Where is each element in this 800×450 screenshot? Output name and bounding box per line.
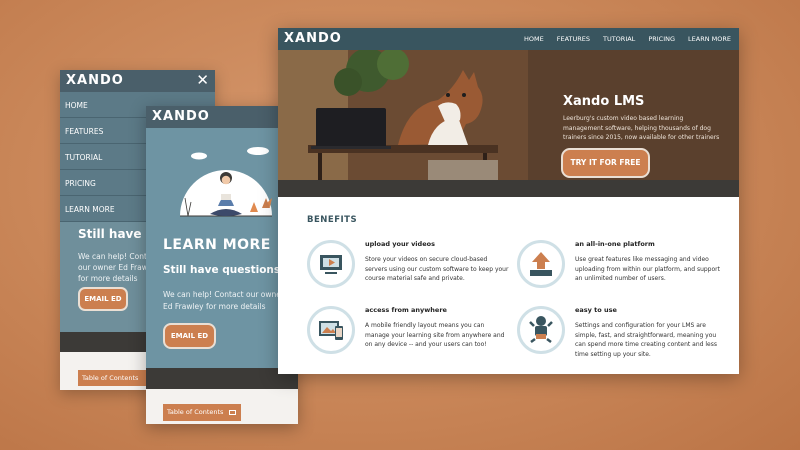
table-of-contents-button[interactable]: Table of Contents <box>78 370 154 386</box>
nav-tutorial[interactable]: TUTORIAL <box>603 35 635 43</box>
baby-easy-icon <box>517 306 565 354</box>
feature-title: upload your videos <box>365 240 435 248</box>
logo[interactable]: XANDO <box>284 31 342 46</box>
dark-band <box>146 368 298 389</box>
table-of-contents-button[interactable]: Table of Contents <box>163 404 241 421</box>
email-button[interactable]: EMAIL ED <box>78 287 128 311</box>
contact-text: We can help! Contact our owner Ed Frawle… <box>163 290 284 311</box>
nav-pricing[interactable]: PRICING <box>648 35 675 43</box>
feature-title: access from anywhere <box>365 306 447 314</box>
mobile-learn-more-mockup: XANDO LEARN MORE Still have questions? W… <box>146 106 298 424</box>
nav-home[interactable]: HOME <box>524 35 544 43</box>
logo[interactable]: XANDO <box>152 109 210 124</box>
logo[interactable]: XANDO <box>66 73 124 88</box>
try-free-button[interactable]: TRY IT FOR FREE <box>561 148 650 178</box>
dark-band <box>278 180 739 197</box>
nav-features[interactable]: FEATURES <box>557 35 590 43</box>
hero-description: Leerburg's custom video based learning m… <box>563 115 720 141</box>
feature-description: Settings and configuration for your LMS … <box>575 322 717 358</box>
email-button[interactable]: EMAIL ED <box>163 323 216 349</box>
video-upload-icon <box>307 240 355 288</box>
questions-heading: Still have questions? <box>163 264 287 276</box>
nav-learn-more[interactable]: LEARN MORE <box>688 35 731 43</box>
feature-title: an all-in-one platform <box>575 240 655 248</box>
devices-icon <box>307 306 355 354</box>
person-reading-illustration <box>180 147 272 217</box>
feature-description: A mobile friendly layout means you can m… <box>365 322 505 348</box>
upload-arrow-icon <box>517 240 565 288</box>
feature-description: Store your videos on secure cloud-based … <box>365 256 509 282</box>
desktop-site-mockup: XANDO HOME FEATURES TUTORIAL PRICING LEA… <box>278 28 739 374</box>
benefits-heading: BENEFITS <box>307 215 358 225</box>
nav-menu: HOME FEATURES TUTORIAL PRICING LEARN MOR… <box>524 35 731 43</box>
hero-title: Xando LMS <box>563 94 645 109</box>
toc-label: Table of Contents <box>167 408 224 416</box>
window-icon <box>228 409 236 415</box>
close-icon[interactable]: ✕ <box>196 71 209 89</box>
hero-banner: Xando LMS Leerburg's custom video based … <box>278 50 739 180</box>
toc-label: Table of Contents <box>82 374 139 382</box>
learn-more-title: LEARN MORE <box>163 237 271 253</box>
feature-title: easy to use <box>575 306 617 314</box>
feature-description: Use great features like messaging and vi… <box>575 256 720 282</box>
top-navigation-bar: XANDO HOME FEATURES TUTORIAL PRICING LEA… <box>278 28 739 50</box>
